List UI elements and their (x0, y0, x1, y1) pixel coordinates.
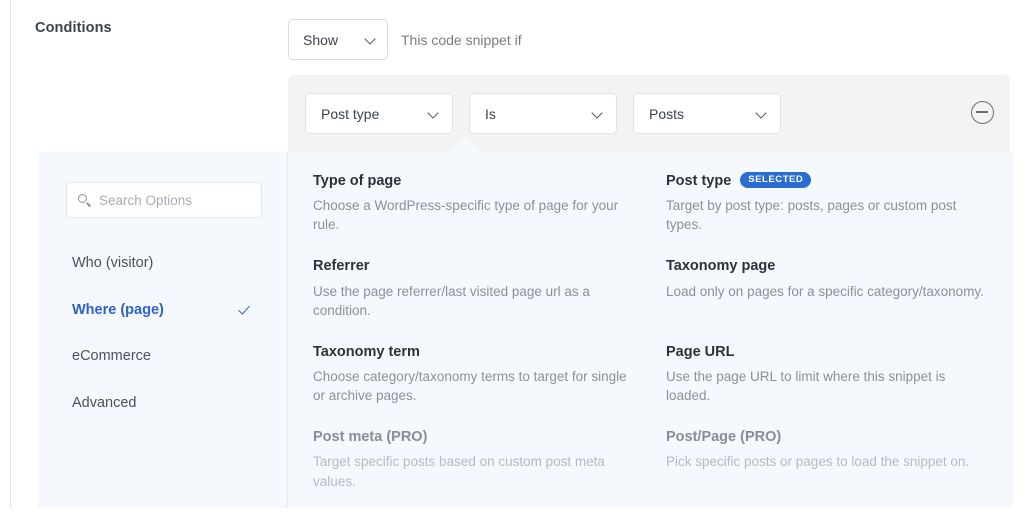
option-title: Taxonomy page (666, 257, 988, 275)
option-title: Post type SELECTED (666, 171, 988, 190)
option-title: Type of page (313, 172, 666, 190)
search-input[interactable] (99, 192, 251, 208)
options-panel: Type of page Choose a WordPress-specific… (288, 152, 1013, 508)
sidebar-item-who-visitor[interactable]: Who (visitor) (38, 240, 287, 287)
option-title-text: Referrer (313, 258, 370, 275)
options-sidebar: Who (visitor) Where (page) eCommerce Adv… (38, 152, 288, 508)
option-description: Target specific posts based on custom po… (313, 454, 605, 489)
option-taxonomy-page[interactable]: Taxonomy page Load only on pages for a s… (666, 257, 988, 342)
chevron-down-icon (757, 108, 768, 119)
chevron-down-icon (366, 34, 377, 45)
rule-subject-value: Post type (321, 105, 380, 122)
chevron-down-icon (593, 108, 604, 119)
option-description: Load only on pages for a specific catego… (666, 283, 984, 299)
chevron-down-icon (429, 108, 440, 119)
option-title: Taxonomy term (313, 343, 666, 361)
sidebar-item-label: Advanced (72, 394, 137, 411)
visibility-select[interactable]: Show (288, 19, 388, 60)
search-icon (78, 193, 91, 207)
option-title: Post/Page (PRO) (666, 428, 988, 446)
option-title-text: Post/Page (PRO) (666, 429, 782, 446)
option-post-meta-pro[interactable]: Post meta (PRO) Target specific posts ba… (313, 428, 666, 513)
rule-operator-select[interactable]: Is (469, 93, 617, 134)
option-title-text: Taxonomy page (666, 258, 776, 275)
sidebar-item-label: eCommerce (72, 348, 151, 365)
status-badge: SELECTED (740, 171, 812, 189)
rule-subject-select[interactable]: Post type (305, 93, 453, 134)
options-panel-arrow (448, 136, 482, 153)
option-referrer[interactable]: Referrer Use the page referrer/last visi… (313, 257, 666, 342)
search-options-field[interactable] (66, 182, 262, 218)
page-title: Conditions (35, 20, 112, 36)
option-title: Page URL (666, 343, 988, 361)
option-description: Use the page referrer/last visited page … (313, 283, 590, 318)
option-description: Use the page URL to limit where this sni… (666, 369, 946, 404)
condition-rule-row: Post type Is Posts (305, 93, 781, 134)
rule-value-value: Posts (649, 105, 685, 122)
sidebar-nav: Who (visitor) Where (page) eCommerce Adv… (38, 240, 287, 426)
content-left-divider (10, 0, 11, 508)
option-description: Choose category/taxonomy terms to target… (313, 369, 627, 404)
remove-condition-button[interactable] (971, 101, 994, 124)
rule-operator-value: Is (485, 105, 496, 122)
option-title-text: Post type (666, 173, 732, 189)
option-description: Choose a WordPress-specific type of page… (313, 198, 619, 233)
sidebar-item-label: Who (visitor) (72, 255, 154, 272)
condition-row-band: Post type Is Posts (288, 75, 1010, 152)
visibility-select-value: Show (303, 31, 339, 48)
option-title-text: Page URL (666, 343, 735, 360)
option-type-of-page[interactable]: Type of page Choose a WordPress-specific… (313, 172, 666, 257)
option-description: Pick specific posts or pages to load the… (666, 454, 970, 470)
options-grid: Type of page Choose a WordPress-specific… (313, 171, 988, 514)
option-title-text: Post meta (PRO) (313, 429, 428, 446)
sidebar-item-label: Where (page) (72, 301, 164, 318)
sidebar-item-ecommerce[interactable]: eCommerce (38, 333, 287, 380)
option-taxonomy-term[interactable]: Taxonomy term Choose category/taxonomy t… (313, 343, 666, 428)
sidebar-item-where-page[interactable]: Where (page) (38, 287, 287, 334)
option-title-text: Type of page (313, 173, 402, 189)
option-title: Post meta (PRO) (313, 428, 666, 446)
option-post-type[interactable]: Post type SELECTED Target by post type: … (666, 171, 988, 257)
check-icon (239, 302, 254, 317)
option-title-text: Taxonomy term (313, 343, 420, 360)
sidebar-item-advanced[interactable]: Advanced (38, 380, 287, 427)
rule-value-select[interactable]: Posts (633, 93, 781, 134)
visibility-helper-text: This code snippet if (401, 32, 522, 48)
option-description: Target by post type: posts, pages or cus… (666, 198, 957, 233)
option-title: Referrer (313, 257, 666, 275)
option-post-page-pro[interactable]: Post/Page (PRO) Pick specific posts or p… (666, 428, 988, 513)
option-page-url[interactable]: Page URL Use the page URL to limit where… (666, 343, 988, 428)
